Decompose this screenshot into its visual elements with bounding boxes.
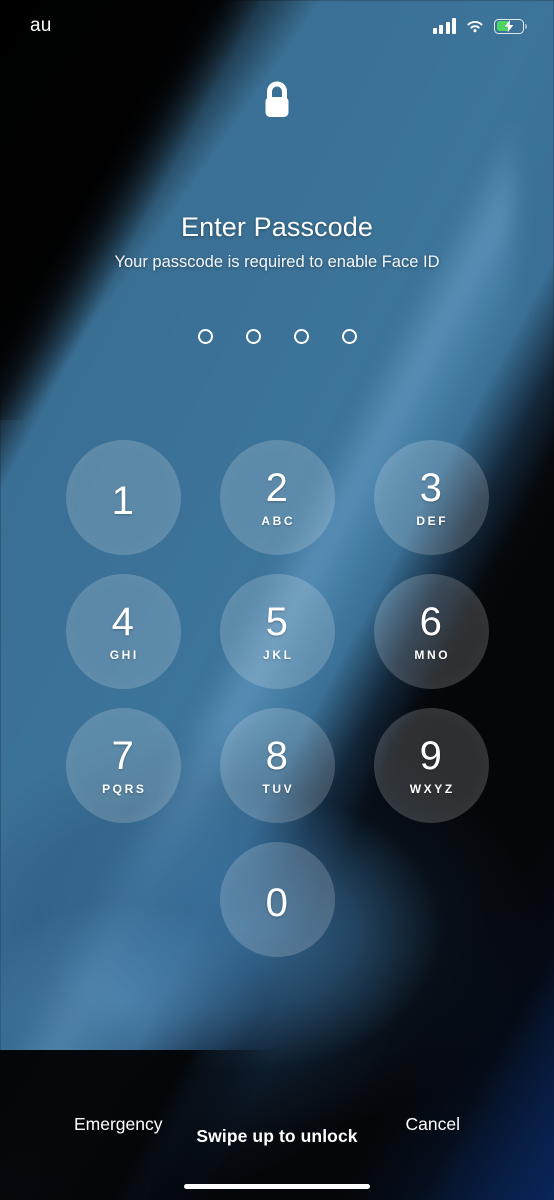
keypad-key-8[interactable]: 8 TUV xyxy=(219,708,335,823)
keypad-key-4-digit: 4 xyxy=(111,600,135,644)
keypad-key-9-digit: 9 xyxy=(419,734,443,778)
keypad-key-6-letters: MNO xyxy=(414,648,451,662)
keypad-key-2-letters: ABC xyxy=(261,514,296,528)
status-bar: au xyxy=(0,0,554,52)
lock-closed-icon xyxy=(265,81,289,117)
carrier-label: au xyxy=(30,15,52,36)
swipe-up-hint: Swipe up to unlock xyxy=(196,1126,358,1146)
keypad-key-7-digit: 7 xyxy=(111,734,135,778)
battery-charging-icon xyxy=(494,18,527,34)
lock-screen: au Enter Passcode Your passcode is requi… xyxy=(0,0,554,1200)
keypad-key-1-digit: 1 xyxy=(111,478,135,523)
passcode-dot-2 xyxy=(245,329,261,344)
keypad-key-4[interactable]: 4 GHI xyxy=(65,574,181,689)
keypad-key-5[interactable]: 5 JKL xyxy=(219,574,335,689)
page-title: Enter Passcode xyxy=(180,212,373,242)
charging-bolt-icon xyxy=(503,19,515,33)
keypad-key-1[interactable]: 1 xyxy=(65,440,181,555)
passcode-title-block: Enter Passcode Your passcode is required… xyxy=(0,212,554,274)
keypad-key-8-letters: TUV xyxy=(262,782,295,796)
signal-bars-icon xyxy=(432,18,456,34)
keypad-key-6[interactable]: 6 MNO xyxy=(373,574,489,689)
wallpaper-top-shadow xyxy=(0,0,554,420)
keypad-key-4-letters: GHI xyxy=(109,648,139,662)
bottom-action-bar: Emergency Swipe up to unlock Cancel xyxy=(0,1106,554,1152)
keypad-key-3[interactable]: 3 DEF xyxy=(373,440,489,555)
cancel-button[interactable]: Cancel xyxy=(406,1114,460,1135)
keypad-row-2: 4 GHI 5 JKL 6 MNO xyxy=(0,574,554,689)
keypad-key-7-letters: PQRS xyxy=(102,782,147,796)
keypad-key-2-digit: 2 xyxy=(265,466,289,510)
passcode-dot-3 xyxy=(293,329,309,344)
passcode-dot-1 xyxy=(197,329,213,344)
status-bar-right-cluster xyxy=(432,18,527,34)
keypad-row-4: 0 xyxy=(0,842,554,957)
passcode-dots xyxy=(0,329,554,344)
keypad-key-2[interactable]: 2 ABC xyxy=(219,440,335,555)
wifi-icon xyxy=(467,20,483,32)
keypad-key-5-letters: JKL xyxy=(263,648,294,662)
keypad-key-0-digit: 0 xyxy=(265,880,289,925)
keypad-key-6-digit: 6 xyxy=(419,600,443,644)
keypad-key-8-digit: 8 xyxy=(265,734,289,778)
passcode-subtitle: Your passcode is required to enable Face… xyxy=(114,253,440,272)
keypad-key-3-letters: DEF xyxy=(416,514,449,528)
keypad-key-3-digit: 3 xyxy=(419,466,443,510)
passcode-dot-4 xyxy=(341,329,357,344)
keypad-key-9[interactable]: 9 WXYZ xyxy=(373,708,489,823)
keypad-key-7[interactable]: 7 PQRS xyxy=(65,708,181,823)
keypad-key-5-digit: 5 xyxy=(265,600,289,644)
passcode-keypad[interactable]: 1 2 ABC 3 DEF 4 GHI 5 JKL 6 MNO 7 PQRS 8 TUV 9 WXYZ 0 xyxy=(0,440,554,976)
keypad-row-3: 7 PQRS 8 TUV 9 WXYZ xyxy=(0,708,554,823)
home-indicator[interactable] xyxy=(184,1183,370,1189)
keypad-key-9-letters: WXYZ xyxy=(409,782,455,796)
keypad-key-0[interactable]: 0 xyxy=(219,842,335,957)
keypad-row-1: 1 2 ABC 3 DEF xyxy=(0,440,554,555)
